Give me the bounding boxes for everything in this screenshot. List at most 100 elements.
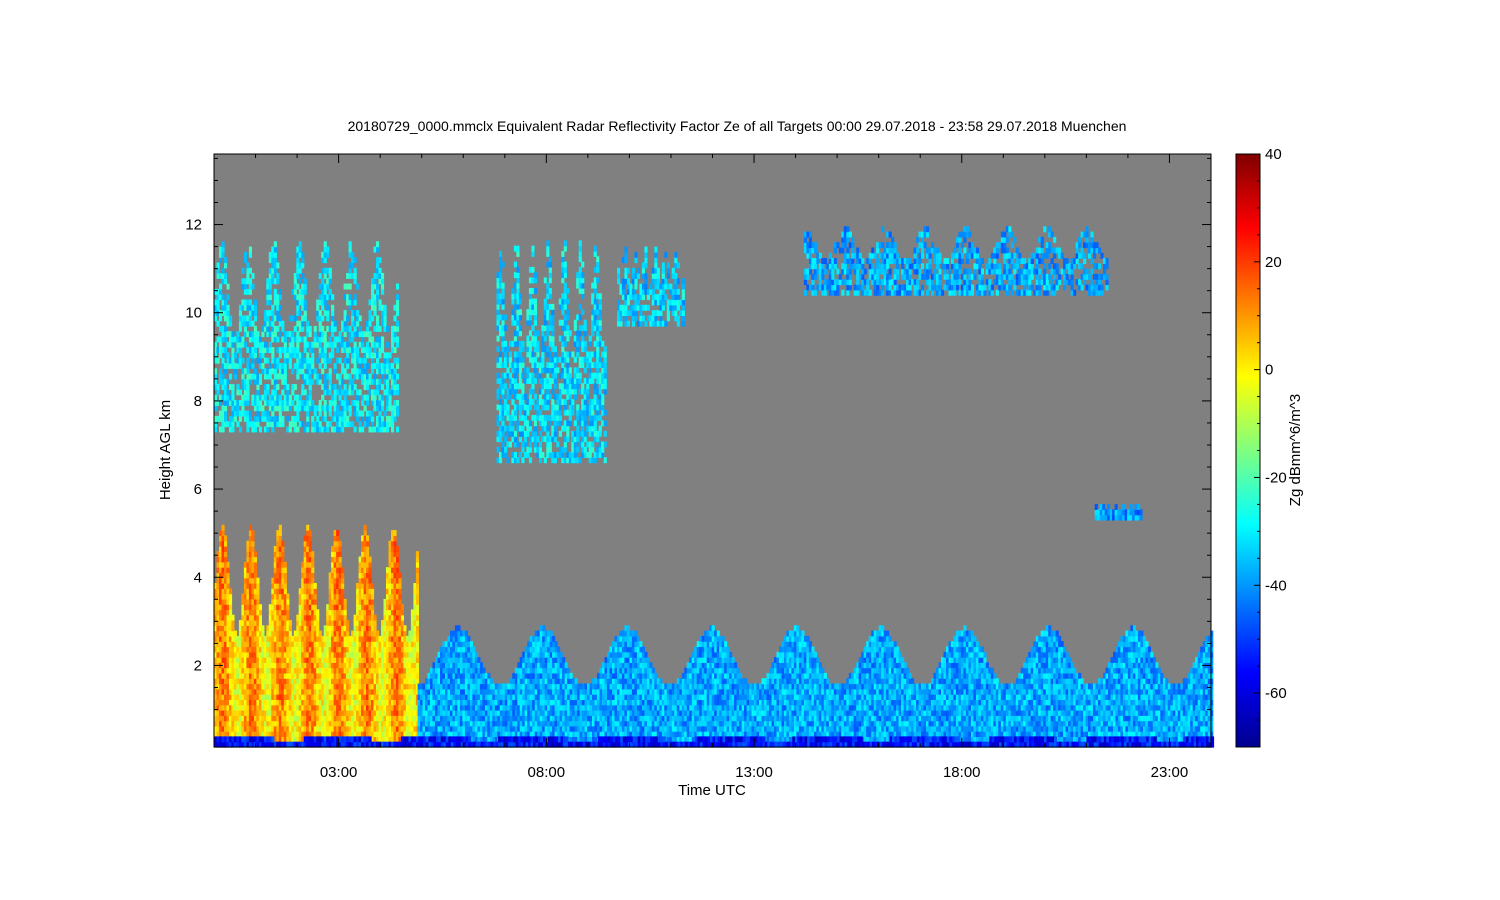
data-cell xyxy=(398,588,402,595)
data-cell xyxy=(646,657,650,663)
data-cell xyxy=(716,630,720,637)
data-cell xyxy=(415,577,419,584)
data-cell xyxy=(634,630,638,637)
data-cell xyxy=(564,662,568,669)
data-cell xyxy=(226,561,230,568)
data-cell xyxy=(371,598,375,605)
data-cell xyxy=(549,630,553,637)
data-cell xyxy=(346,620,350,626)
data-cell xyxy=(311,556,315,563)
data-cell xyxy=(469,641,473,648)
data-cell xyxy=(253,561,257,568)
data-cell xyxy=(415,561,419,568)
data-cell xyxy=(415,657,419,663)
radar-figure: 20180729_0000.mmclx Equivalent Radar Ref… xyxy=(157,118,1304,799)
data-cell xyxy=(393,535,397,542)
data-cell xyxy=(341,583,345,589)
data-cell xyxy=(415,556,419,563)
data-cell xyxy=(313,593,317,600)
data-cell xyxy=(343,598,347,605)
data-cell xyxy=(731,657,735,663)
data-cell xyxy=(415,583,419,589)
data-cell xyxy=(464,630,468,637)
data-cell xyxy=(251,540,255,547)
data-cell xyxy=(371,593,375,600)
data-cell xyxy=(396,561,400,568)
data-cell xyxy=(373,614,377,621)
data-cell xyxy=(567,667,571,674)
data-cell xyxy=(316,609,320,616)
data-cell xyxy=(371,588,375,595)
data-cell xyxy=(283,561,287,568)
data-cell xyxy=(398,593,402,600)
data-cell xyxy=(415,598,419,605)
data-cell xyxy=(288,620,292,626)
data-cell xyxy=(366,540,370,547)
data-cell xyxy=(281,540,285,547)
data-cell xyxy=(221,524,225,531)
data-cell xyxy=(341,572,345,579)
data-cell xyxy=(311,572,315,579)
data-cell xyxy=(398,572,402,579)
data-cell xyxy=(281,556,285,563)
data-cell xyxy=(651,667,655,674)
data-cell xyxy=(229,593,233,600)
data-cell xyxy=(626,625,630,632)
data-cell xyxy=(711,625,715,632)
data-cell xyxy=(278,524,282,531)
data-cell xyxy=(338,551,342,558)
data-cell xyxy=(396,567,400,573)
data-cell xyxy=(415,641,419,648)
data-cell xyxy=(248,524,252,531)
data-cell xyxy=(221,530,225,536)
data-cell xyxy=(482,667,486,674)
data-cell xyxy=(400,609,404,616)
data-cell xyxy=(336,535,340,542)
data-cell xyxy=(726,646,730,653)
data-cell xyxy=(256,583,260,589)
data-cell xyxy=(224,535,228,542)
data-cell xyxy=(256,598,260,605)
data-cell xyxy=(251,530,255,536)
data-cell xyxy=(308,546,312,552)
data-cell xyxy=(318,630,322,637)
data-cell xyxy=(542,625,546,632)
data-cell xyxy=(286,614,290,621)
data-cell xyxy=(226,572,230,579)
data-cell xyxy=(231,614,235,621)
data-cell xyxy=(371,604,375,611)
data-cell xyxy=(341,577,345,584)
data-cell xyxy=(224,546,228,552)
data-cell xyxy=(415,678,419,685)
data-cell xyxy=(258,609,262,616)
data-cell xyxy=(343,609,347,616)
data-cell xyxy=(258,604,262,611)
data-cell xyxy=(415,667,419,674)
data-cell xyxy=(415,625,419,632)
data-cell xyxy=(398,583,402,589)
data-cell xyxy=(258,620,262,626)
data-cell xyxy=(346,630,350,637)
data-cell xyxy=(341,593,345,600)
data-cell xyxy=(308,540,312,547)
data-cell xyxy=(479,662,483,669)
data-cell xyxy=(724,641,728,648)
data-cell xyxy=(363,524,367,531)
data-cell xyxy=(313,604,317,611)
data-cell xyxy=(415,604,419,611)
data-cell xyxy=(562,657,566,663)
data-cell xyxy=(229,598,233,605)
data-cell xyxy=(308,535,312,542)
data-cell xyxy=(229,588,233,595)
data-cell xyxy=(415,672,419,679)
data-cell xyxy=(472,646,476,653)
data-cell xyxy=(415,572,419,579)
data-cell xyxy=(415,588,419,595)
data-cell xyxy=(368,567,372,573)
data-cell xyxy=(400,620,404,626)
data-cell xyxy=(278,530,282,536)
data-cell xyxy=(398,577,402,584)
data-cell xyxy=(283,567,287,573)
data-cell xyxy=(224,540,228,547)
data-cell xyxy=(363,530,367,536)
